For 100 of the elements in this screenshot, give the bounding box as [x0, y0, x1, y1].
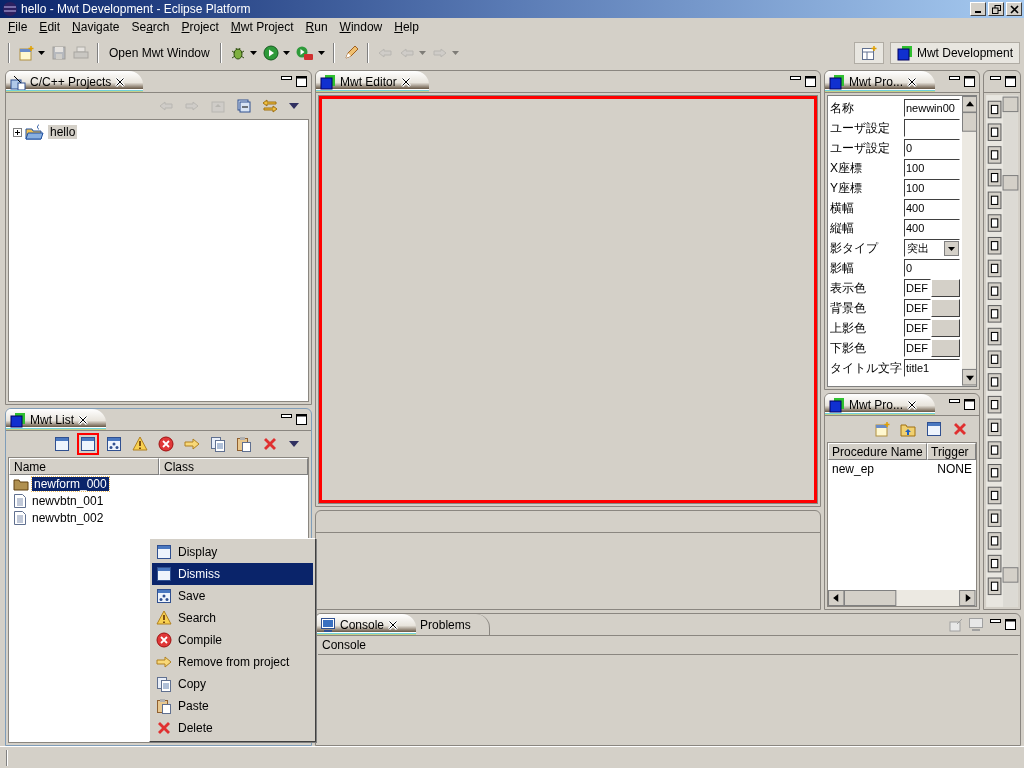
property-field[interactable]	[904, 119, 960, 137]
column-header[interactable]: Name	[9, 458, 159, 475]
minimize-icon[interactable]	[949, 76, 960, 82]
context-menu-item[interactable]: Paste	[152, 695, 313, 717]
close-icon[interactable]	[400, 76, 411, 87]
property-field[interactable]: DEF	[904, 279, 931, 297]
console-title: Console	[318, 636, 1018, 655]
menu-item[interactable]: Project	[175, 20, 225, 34]
context-menu-item[interactable]: Delete	[152, 717, 313, 739]
view-tab[interactable]: Mwt Editor	[316, 71, 429, 92]
menu-item[interactable]: Navigate	[66, 20, 126, 34]
property-field[interactable]: DEF	[904, 319, 931, 337]
property-field[interactable]: title1	[904, 359, 960, 377]
view-tab[interactable]: C/C++ Projects	[6, 71, 144, 92]
context-menu-item[interactable]: Search	[152, 607, 313, 629]
maximize-icon[interactable]	[964, 399, 975, 410]
tree-item[interactable]: hello	[48, 125, 78, 139]
dropdown-arrow-icon	[451, 51, 459, 55]
restore-button[interactable]	[988, 2, 1004, 16]
column-header[interactable]: Trigger	[927, 443, 976, 460]
property-label: ユーザ設定	[830, 139, 891, 157]
list-item[interactable]: newvbtn_001	[30, 493, 106, 508]
maximize-icon[interactable]	[296, 76, 307, 87]
property-field[interactable]: 100	[904, 179, 960, 197]
color-button[interactable]	[931, 319, 960, 337]
minimize-icon[interactable]	[281, 414, 292, 420]
perspective-tab[interactable]: Mwt Development	[889, 42, 1020, 64]
color-button[interactable]	[931, 279, 960, 297]
close-button[interactable]	[1006, 2, 1022, 16]
view-tab[interactable]: Mwt List	[6, 409, 106, 430]
property-field[interactable]: DEF	[904, 299, 931, 317]
view-tab[interactable]: Mwt Pro...	[825, 394, 935, 415]
cube-icon	[10, 411, 26, 428]
scrollbar[interactable]	[828, 590, 976, 606]
context-menu-item[interactable]: Remove from project	[152, 651, 313, 673]
menu-item[interactable]: Help	[388, 20, 425, 34]
minimize-icon[interactable]	[790, 76, 801, 82]
maximize-icon[interactable]	[1005, 619, 1016, 630]
menu-item[interactable]: Run	[299, 20, 334, 34]
form-frame[interactable]	[319, 96, 817, 503]
menu-item[interactable]: File	[2, 20, 34, 34]
property-dropdown[interactable]: 突出	[904, 239, 960, 257]
list-item[interactable]: newform_000	[32, 476, 109, 491]
close-icon[interactable]	[78, 414, 88, 425]
property-field[interactable]: 400	[904, 219, 960, 237]
maximize-icon[interactable]	[805, 76, 816, 87]
view-tab[interactable]: Mwt Pro...	[825, 71, 935, 92]
context-menu-item[interactable]: Dismiss	[152, 563, 313, 585]
maximize-icon[interactable]	[964, 76, 975, 87]
close-icon[interactable]	[907, 399, 917, 410]
column-header[interactable]: Class	[159, 458, 308, 475]
close-icon[interactable]	[115, 76, 126, 87]
menu-item[interactable]: Edit	[33, 20, 67, 34]
property-field[interactable]: newwin00	[904, 99, 960, 117]
window-dots-icon	[156, 588, 172, 604]
menu-item[interactable]: Search	[125, 20, 176, 34]
close-icon[interactable]	[907, 76, 917, 87]
view-tab[interactable]: Problems	[416, 614, 490, 635]
expand-icon[interactable]	[13, 127, 22, 137]
arrow-right-icon	[184, 436, 200, 452]
color-button[interactable]	[931, 299, 960, 317]
document-icon	[13, 492, 27, 509]
property-field[interactable]: 100	[904, 159, 960, 177]
property-field[interactable]: 0	[904, 139, 960, 157]
color-button[interactable]	[931, 339, 960, 357]
minimize-icon[interactable]	[990, 619, 1001, 625]
view-tool-button[interactable]	[77, 433, 99, 455]
perspective-button[interactable]	[853, 42, 884, 64]
property-label: ユーザ設定	[830, 119, 891, 137]
scrollbar[interactable]	[962, 96, 976, 386]
context-menu-item[interactable]: Compile	[152, 629, 313, 651]
maximize-icon[interactable]	[296, 414, 307, 425]
close-icon[interactable]	[388, 619, 399, 630]
menu-item[interactable]: Mwt Project	[224, 20, 300, 34]
list-item[interactable]: newvbtn_002	[30, 510, 106, 525]
open-window-button[interactable]: Open Mwt Window	[105, 44, 214, 62]
view-tab[interactable]: Console	[316, 614, 417, 635]
minimize-icon[interactable]	[281, 76, 292, 82]
app-icon	[2, 1, 18, 17]
maximize-icon[interactable]	[1005, 76, 1016, 87]
menu-item[interactable]: Window	[333, 20, 389, 34]
context-menu-item[interactable]: Display	[152, 541, 313, 563]
new-file-icon	[874, 421, 890, 437]
copy-icon	[210, 436, 226, 452]
column-header[interactable]: Procedure Name	[828, 443, 927, 460]
property-field[interactable]: 0	[904, 259, 960, 277]
property-field[interactable]: DEF	[904, 339, 931, 357]
minimize-button[interactable]	[970, 2, 986, 16]
folder-icon	[25, 124, 45, 140]
view-tool-button[interactable]	[155, 433, 177, 455]
toolbar-button[interactable]	[260, 43, 292, 63]
property-field[interactable]: 400	[904, 199, 960, 217]
minimize-icon[interactable]	[990, 76, 1001, 82]
minimize-icon[interactable]	[949, 399, 960, 405]
property-label: 上影色	[830, 319, 867, 337]
window-dots-icon	[106, 436, 122, 452]
context-menu-item[interactable]: Save	[152, 585, 313, 607]
folder-up-icon	[210, 98, 226, 114]
toolbar-button[interactable]	[16, 43, 47, 63]
context-menu-item[interactable]: Copy	[152, 673, 313, 695]
